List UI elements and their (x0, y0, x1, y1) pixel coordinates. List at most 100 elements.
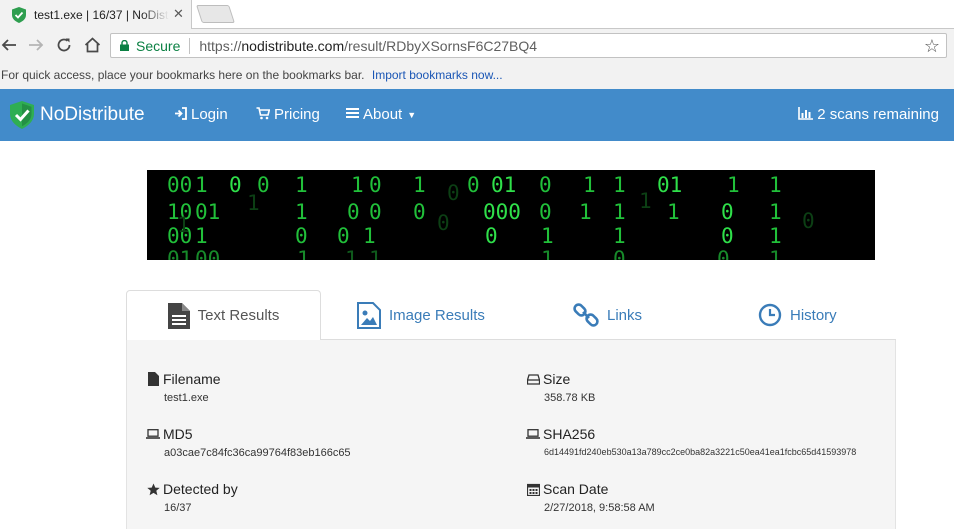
svg-text:0: 0 (337, 224, 350, 248)
calendar-icon (526, 483, 540, 496)
image-icon (357, 301, 381, 329)
reload-icon[interactable] (55, 37, 73, 55)
nav-pricing[interactable]: Pricing (256, 106, 320, 123)
home-icon[interactable] (83, 37, 101, 55)
size-label: Size (543, 371, 571, 387)
svg-text:0: 0 (413, 200, 426, 224)
shield-check-icon (10, 101, 34, 129)
svg-text:0: 0 (369, 200, 382, 224)
detected-field: Detected by 16/37 (146, 480, 238, 514)
detected-label: Detected by (163, 481, 238, 497)
svg-text:1: 1 (297, 247, 310, 260)
matrix-code-graphic: 00 1 0 0 1101 0 01 0 1 1 01 1 1 10 01 1 0 0 0 000 0 111… (167, 173, 815, 260)
shield-favicon-icon (12, 6, 26, 23)
svg-text:0: 0 (613, 247, 626, 260)
bookmark-star-icon[interactable]: ☆ (924, 36, 940, 57)
svg-text:1: 1 (363, 224, 376, 248)
svg-text:0: 0 (229, 173, 242, 197)
tab-image-results[interactable]: Image Results (357, 290, 485, 340)
address-bar[interactable]: Secure https://nodistribute.com/result/R… (110, 33, 947, 58)
nav-login[interactable]: Login (174, 106, 228, 123)
laptop-icon (526, 429, 540, 439)
browser-tab[interactable]: test1.exe | 16/37 | NoDistribute ✕ (0, 0, 192, 29)
tab-text-results-label: Text Results (197, 307, 280, 324)
matrix-banner-image: 00 1 0 0 1101 0 01 0 1 1 01 1 1 10 01 1 0 0 0 000 0 111… (147, 170, 875, 260)
new-tab-button[interactable] (196, 5, 235, 23)
svg-text:01: 01 (491, 173, 516, 197)
filename-value: test1.exe (164, 392, 209, 404)
tab-links[interactable]: Links (573, 290, 642, 340)
svg-text:1: 1 (613, 173, 626, 197)
sha256-field: SHA256 6d14491fd240eb530a13a789cc2ce0ba8… (526, 425, 856, 457)
scans-remaining-label: 2 scans remaining (817, 106, 939, 123)
tab-history-label: History (790, 306, 837, 324)
caret-down-icon: ▼ (407, 109, 417, 120)
svg-text:1: 1 (177, 213, 190, 237)
tab-history[interactable]: History (758, 290, 837, 340)
svg-text:00: 00 (167, 173, 192, 197)
svg-text:0: 0 (467, 173, 480, 197)
svg-text:1: 1 (613, 224, 626, 248)
scans-remaining[interactable]: 2 scans remaining (798, 106, 939, 123)
link-icon (573, 303, 599, 327)
svg-text:0: 0 (347, 200, 360, 224)
tab-image-results-label: Image Results (389, 306, 485, 324)
svg-text:1: 1 (541, 247, 554, 260)
svg-text:1: 1 (345, 247, 358, 260)
svg-text:000: 000 (483, 200, 521, 224)
sign-in-icon (174, 106, 187, 123)
svg-text:1: 1 (351, 173, 364, 197)
svg-text:00: 00 (195, 247, 220, 260)
url-text: https://nodistribute.com/result/RDbyXSor… (199, 37, 538, 54)
svg-text:1: 1 (579, 200, 592, 224)
lock-icon (120, 40, 129, 51)
brand-logo[interactable]: NoDistribute (10, 101, 145, 129)
results-tabs: Text Results Image Results Links History (126, 290, 896, 340)
svg-text:1: 1 (639, 189, 652, 213)
svg-text:0: 0 (295, 224, 308, 248)
forward-icon[interactable] (27, 37, 45, 55)
svg-text:1: 1 (667, 200, 680, 224)
svg-text:0: 0 (717, 247, 730, 260)
laptop-icon (146, 429, 160, 439)
svg-text:1: 1 (195, 224, 208, 248)
svg-text:0: 0 (539, 200, 552, 224)
svg-text:0: 0 (485, 224, 498, 248)
svg-text:1: 1 (613, 200, 626, 224)
svg-text:1: 1 (727, 173, 740, 197)
svg-text:1: 1 (769, 224, 782, 248)
svg-text:01: 01 (195, 200, 220, 224)
bookmarks-bar: For quick access, place your bookmarks h… (0, 63, 954, 89)
tab-title: test1.exe | 16/37 | NoDistribute (34, 7, 169, 22)
import-bookmarks-link[interactable]: Import bookmarks now... (372, 68, 503, 82)
filename-field: Filename test1.exe (146, 370, 221, 404)
svg-text:1: 1 (247, 191, 260, 215)
md5-field: MD5 a03cae7c84fc36ca99764f83eb166c65 (146, 425, 351, 459)
svg-text:0: 0 (539, 173, 552, 197)
site-navbar: NoDistribute Login Pricing About ▼ 2 sca… (0, 89, 954, 141)
filename-label: Filename (163, 371, 221, 387)
star-icon (146, 483, 160, 496)
tab-text-results[interactable]: Text Results (126, 290, 321, 340)
svg-text:01: 01 (167, 247, 192, 260)
svg-text:1: 1 (295, 173, 308, 197)
secure-label: Secure (136, 37, 181, 54)
browser-toolbar: Secure https://nodistribute.com/result/R… (0, 29, 954, 63)
nav-about-dropdown[interactable]: About ▼ (346, 106, 416, 123)
tab-links-label: Links (607, 306, 643, 324)
hdd-icon (526, 373, 540, 385)
back-icon[interactable] (0, 37, 18, 55)
svg-text:1: 1 (769, 200, 782, 224)
svg-text:1: 1 (369, 247, 382, 260)
svg-text:1: 1 (769, 173, 782, 197)
tab-close-icon[interactable]: ✕ (173, 6, 184, 22)
file-icon (146, 372, 160, 386)
menu-icon (346, 107, 359, 122)
md5-label: MD5 (163, 426, 193, 442)
nav-login-label: Login (191, 106, 228, 123)
scan-date-field: Scan Date 2/27/2018, 9:58:58 AM (526, 480, 655, 514)
svg-text:1: 1 (295, 200, 308, 224)
scan-date-value: 2/27/2018, 9:58:58 AM (544, 502, 655, 514)
bar-chart-icon (798, 106, 814, 123)
svg-text:1: 1 (195, 173, 208, 197)
